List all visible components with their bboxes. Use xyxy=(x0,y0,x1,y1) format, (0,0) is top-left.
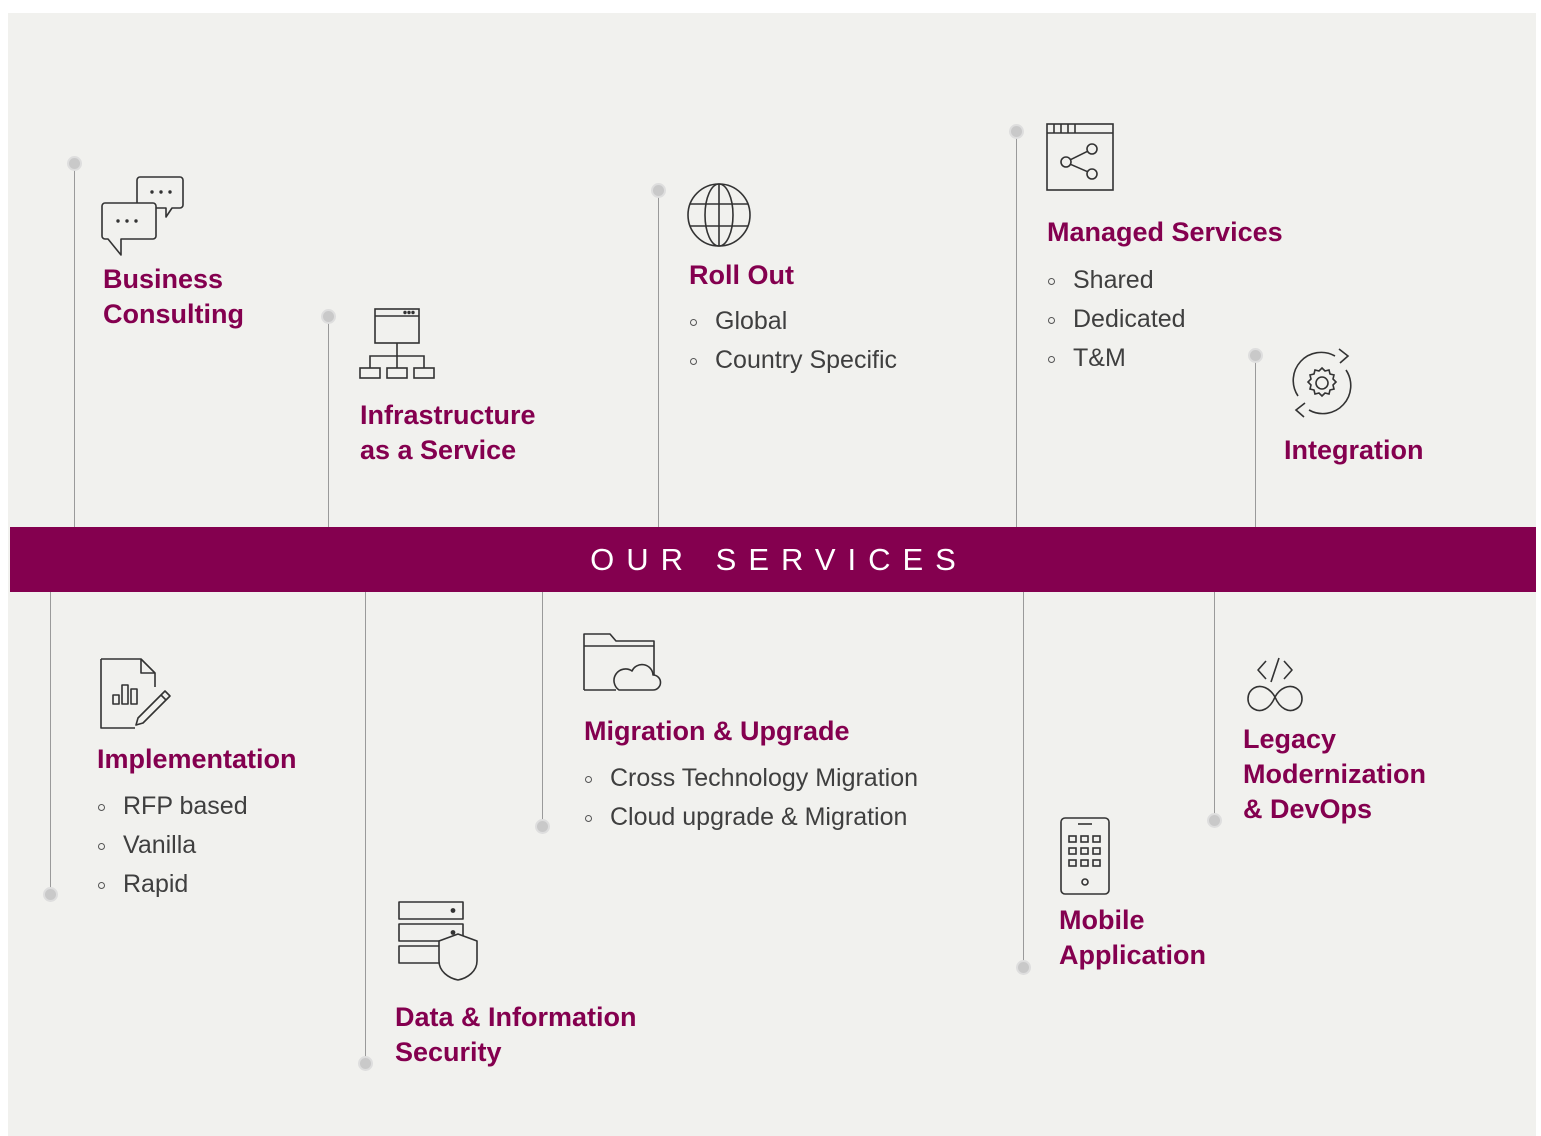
list-item: Country Specific xyxy=(689,341,897,380)
band-title: OUR SERVICES xyxy=(590,541,968,577)
service-items-implementation: RFP based Vanilla Rapid xyxy=(97,787,248,904)
share-window-icon xyxy=(1046,123,1114,191)
connector-dot xyxy=(45,889,56,900)
network-hierarchy-icon xyxy=(358,307,438,381)
list-item: Cross Technology Migration xyxy=(584,759,918,798)
service-title-mobile: Mobile Application xyxy=(1059,905,1206,970)
connector-dot xyxy=(1018,962,1029,973)
service-items-roll-out: Global Country Specific xyxy=(689,302,897,380)
connector-line xyxy=(1255,355,1256,527)
connector-line xyxy=(1214,592,1215,820)
connector-dot xyxy=(1011,126,1022,137)
connector-dot xyxy=(537,821,548,832)
connector-line xyxy=(1023,592,1024,967)
service-title-business-consulting: Business Consulting xyxy=(103,264,244,329)
connector-dot xyxy=(323,311,334,322)
list-item: Dedicated xyxy=(1047,300,1186,339)
service-title-data-security: Data & Information Security xyxy=(395,1002,637,1067)
server-shield-icon xyxy=(397,900,481,982)
list-item: Cloud upgrade & Migration xyxy=(584,798,918,837)
list-item: Global xyxy=(689,302,897,341)
connector-line xyxy=(328,316,329,527)
report-edit-icon xyxy=(100,658,174,730)
services-band: OUR SERVICES xyxy=(10,527,1536,592)
gear-sync-icon xyxy=(1285,346,1359,420)
service-title-legacy: Legacy Modernization & DevOps xyxy=(1243,724,1426,824)
connector-dot xyxy=(1209,815,1220,826)
list-item: T&M xyxy=(1047,339,1186,378)
code-infinity-icon xyxy=(1244,657,1308,713)
connector-dot xyxy=(69,158,80,169)
connector-dot xyxy=(653,185,664,196)
connector-dot xyxy=(360,1058,371,1069)
mobile-app-icon xyxy=(1059,816,1111,896)
service-items-managed-services: Shared Dedicated T&M xyxy=(1047,261,1186,378)
connector-line xyxy=(50,592,51,894)
connector-line xyxy=(74,163,75,527)
list-item: Vanilla xyxy=(97,826,248,865)
service-title-integration: Integration xyxy=(1284,435,1424,465)
list-item: RFP based xyxy=(97,787,248,826)
service-items-migration: Cross Technology Migration Cloud upgrade… xyxy=(584,759,918,837)
connector-line xyxy=(542,592,543,826)
cloud-folder-icon xyxy=(583,632,662,694)
globe-icon xyxy=(686,182,752,248)
connector-line xyxy=(365,592,366,1063)
service-title-roll-out: Roll Out xyxy=(689,260,794,290)
connector-dot xyxy=(1250,350,1261,361)
connector-line xyxy=(1016,131,1017,527)
chat-bubbles-icon xyxy=(100,174,190,258)
service-title-migration: Migration & Upgrade xyxy=(584,716,850,746)
list-item: Shared xyxy=(1047,261,1186,300)
connector-line xyxy=(658,190,659,527)
service-title-implementation: Implementation xyxy=(97,744,297,774)
service-title-infrastructure: Infrastructure as a Service xyxy=(360,400,536,465)
service-title-managed-services: Managed Services xyxy=(1047,217,1283,247)
list-item: Rapid xyxy=(97,865,248,904)
